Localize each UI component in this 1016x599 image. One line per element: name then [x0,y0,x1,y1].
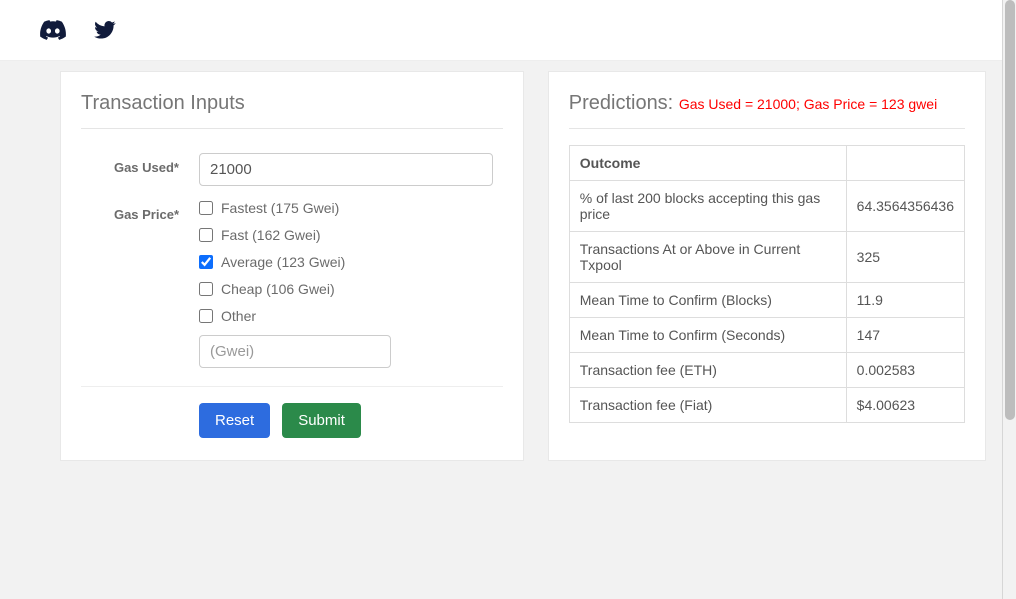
predictions-table: Outcome % of last 200 blocks accepting t… [569,145,965,423]
row-label: Mean Time to Confirm (Seconds) [569,318,846,353]
scrollbar[interactable] [1002,0,1016,599]
scrollbar-thumb[interactable] [1005,0,1015,420]
row-value: 325 [846,232,964,283]
content: Transaction Inputs Gas Used* Gas Price* … [0,61,1016,461]
table-row: Transaction fee (ETH) 0.002583 [569,353,964,388]
table-row: Mean Time to Confirm (Blocks) 11.9 [569,283,964,318]
button-row: Reset Submit [199,403,503,438]
reset-button[interactable]: Reset [199,403,270,438]
option-label: Fastest (175 Gwei) [221,200,339,216]
twitter-icon[interactable] [94,20,116,40]
table-row: Mean Time to Confirm (Seconds) 147 [569,318,964,353]
predictions-panel: Predictions: Gas Used = 21000; Gas Price… [548,71,986,461]
option-label: Average (123 Gwei) [221,254,345,270]
option-average[interactable]: Average (123 Gwei) [199,254,493,270]
option-label: Fast (162 Gwei) [221,227,321,243]
predictions-subtitle: Gas Used = 21000; Gas Price = 123 gwei [679,96,937,112]
option-cheap[interactable]: Cheap (106 Gwei) [199,281,493,297]
row-value: 64.3564356436 [846,181,964,232]
gas-used-label: Gas Used* [81,153,199,186]
checkbox-other[interactable] [199,309,213,323]
predictions-title-text: Predictions: [569,92,674,114]
row-value: $4.00623 [846,388,964,423]
row-value: 147 [846,318,964,353]
row-label: Mean Time to Confirm (Blocks) [569,283,846,318]
row-label: Transactions At or Above in Current Txpo… [569,232,846,283]
row-value: 11.9 [846,283,964,318]
row-label: Transaction fee (ETH) [569,353,846,388]
row-value: 0.002583 [846,353,964,388]
header-outcome: Outcome [569,146,846,181]
other-gwei-wrapper [199,335,391,368]
option-fast[interactable]: Fast (162 Gwei) [199,227,493,243]
checkbox-cheap[interactable] [199,282,213,296]
predictions-title: Predictions: Gas Used = 21000; Gas Price… [569,92,965,129]
transaction-inputs-panel: Transaction Inputs Gas Used* Gas Price* … [60,71,524,461]
option-other[interactable]: Other [199,308,493,324]
checkbox-fast[interactable] [199,228,213,242]
option-label: Cheap (106 Gwei) [221,281,335,297]
row-label: Transaction fee (Fiat) [569,388,846,423]
table-row: Transaction fee (Fiat) $4.00623 [569,388,964,423]
checkbox-fastest[interactable] [199,201,213,215]
table-row: % of last 200 blocks accepting this gas … [569,181,964,232]
header-value [846,146,964,181]
form-area: Gas Used* Gas Price* Fastest (175 Gwei) … [81,129,503,438]
submit-button[interactable]: Submit [282,403,361,438]
checkbox-average[interactable] [199,255,213,269]
topbar [0,0,1016,61]
other-gwei-input[interactable] [199,335,391,368]
table-row: Transactions At or Above in Current Txpo… [569,232,964,283]
gas-price-row: Gas Price* Fastest (175 Gwei) Fast (162 … [81,200,503,368]
gas-price-label: Gas Price* [81,200,199,368]
discord-icon[interactable] [40,20,66,40]
option-fastest[interactable]: Fastest (175 Gwei) [199,200,493,216]
row-label: % of last 200 blocks accepting this gas … [569,181,846,232]
social-icons [40,20,116,40]
gas-used-row: Gas Used* [81,153,503,186]
panel-title: Transaction Inputs [81,92,503,129]
gas-used-input[interactable] [199,153,493,186]
divider [81,386,503,387]
table-header-row: Outcome [569,146,964,181]
option-label: Other [221,308,256,324]
